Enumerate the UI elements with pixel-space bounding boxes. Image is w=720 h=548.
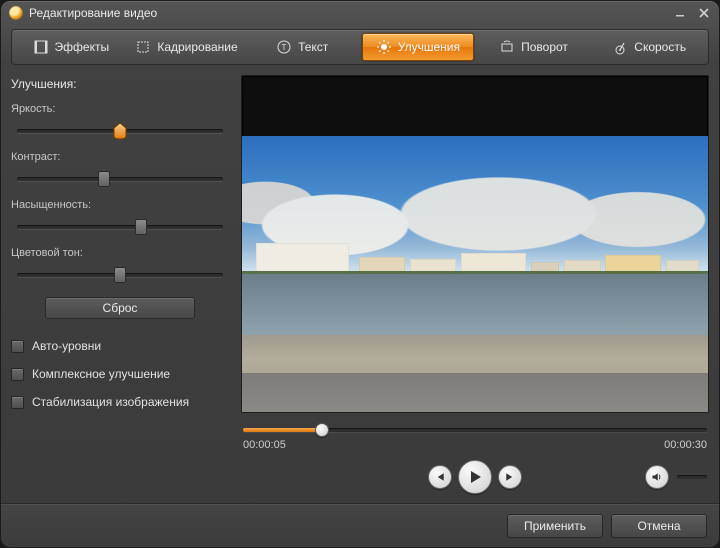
svg-text:T: T	[282, 43, 287, 52]
tab-rotate-label: Поворот	[521, 40, 568, 54]
contrast-slider[interactable]	[11, 169, 229, 189]
crop-icon	[135, 39, 151, 55]
stabilize-checkbox[interactable]	[11, 396, 24, 409]
contrast-label: Контраст:	[11, 151, 229, 163]
window-title: Редактирование видео	[29, 6, 665, 20]
close-button[interactable]	[695, 6, 713, 20]
enhance-panel: Улучшения: Яркость: Контраст: Насыщеннос…	[11, 75, 229, 497]
tab-speed-label: Скорость	[634, 40, 686, 54]
contrast-thumb[interactable]	[98, 171, 110, 187]
tab-crop[interactable]: Кадрирование	[131, 33, 243, 61]
sun-icon	[376, 39, 392, 55]
tab-effects[interactable]: Эффекты	[15, 33, 127, 61]
saturation-slider[interactable]	[11, 217, 229, 237]
prev-button[interactable]	[428, 465, 452, 489]
video-preview	[241, 75, 709, 413]
auto-levels-checkbox[interactable]	[11, 340, 24, 353]
cancel-button[interactable]: Отмена	[611, 514, 707, 538]
apply-button[interactable]: Применить	[507, 514, 603, 538]
minimize-button[interactable]	[671, 6, 689, 20]
time-row: 00:00:05 00:00:30	[241, 439, 709, 451]
tab-text-label: Текст	[298, 40, 328, 54]
complex-enhance-label: Комплексное улучшение	[32, 367, 170, 381]
volume-control	[645, 465, 707, 489]
brightness-thumb[interactable]	[114, 123, 126, 139]
volume-button[interactable]	[645, 465, 669, 489]
brightness-slider[interactable]	[11, 121, 229, 141]
speed-icon	[612, 39, 628, 55]
tab-enhance[interactable]: Улучшения	[362, 33, 474, 61]
panel-heading: Улучшения:	[11, 77, 229, 91]
timeline[interactable]	[241, 423, 709, 437]
tab-rotate[interactable]: Поворот	[478, 33, 590, 61]
tab-speed[interactable]: Скорость	[593, 33, 705, 61]
tab-crop-label: Кадрирование	[157, 40, 237, 54]
current-time: 00:00:05	[243, 439, 286, 451]
editor-body: Улучшения: Яркость: Контраст: Насыщеннос…	[1, 65, 719, 503]
complex-enhance-checkbox[interactable]	[11, 368, 24, 381]
text-icon: T	[276, 39, 292, 55]
tabs-toolbar: Эффекты Кадрирование T Текст Улучшения П…	[11, 29, 709, 65]
hue-thumb[interactable]	[114, 267, 126, 283]
film-icon	[33, 39, 49, 55]
volume-slider[interactable]	[677, 475, 707, 479]
hue-slider[interactable]	[11, 265, 229, 285]
player-controls	[241, 457, 709, 497]
dialog-footer: Применить Отмена	[1, 503, 719, 547]
auto-levels-label: Авто-уровни	[32, 339, 101, 353]
timeline-fill	[243, 428, 322, 432]
stabilize-label: Стабилизация изображения	[32, 395, 189, 409]
tab-effects-label: Эффекты	[55, 40, 110, 54]
play-button[interactable]	[458, 460, 492, 494]
timeline-thumb[interactable]	[315, 423, 329, 437]
titlebar: Редактирование видео	[1, 1, 719, 25]
preview-area: 00:00:05 00:00:30	[241, 75, 709, 497]
saturation-label: Насыщенность:	[11, 199, 229, 211]
tab-enhance-label: Улучшения	[398, 40, 460, 54]
saturation-thumb[interactable]	[135, 219, 147, 235]
video-content	[242, 136, 708, 412]
hue-label: Цветовой тон:	[11, 247, 229, 259]
tab-text[interactable]: T Текст	[246, 33, 358, 61]
total-time: 00:00:30	[664, 439, 707, 451]
video-edit-window: Редактирование видео Эффекты Кадрировани…	[0, 0, 720, 548]
app-icon	[9, 6, 23, 20]
next-button[interactable]	[498, 465, 522, 489]
brightness-label: Яркость:	[11, 103, 229, 115]
reset-button[interactable]: Сброс	[45, 297, 195, 319]
rotate-icon	[499, 39, 515, 55]
